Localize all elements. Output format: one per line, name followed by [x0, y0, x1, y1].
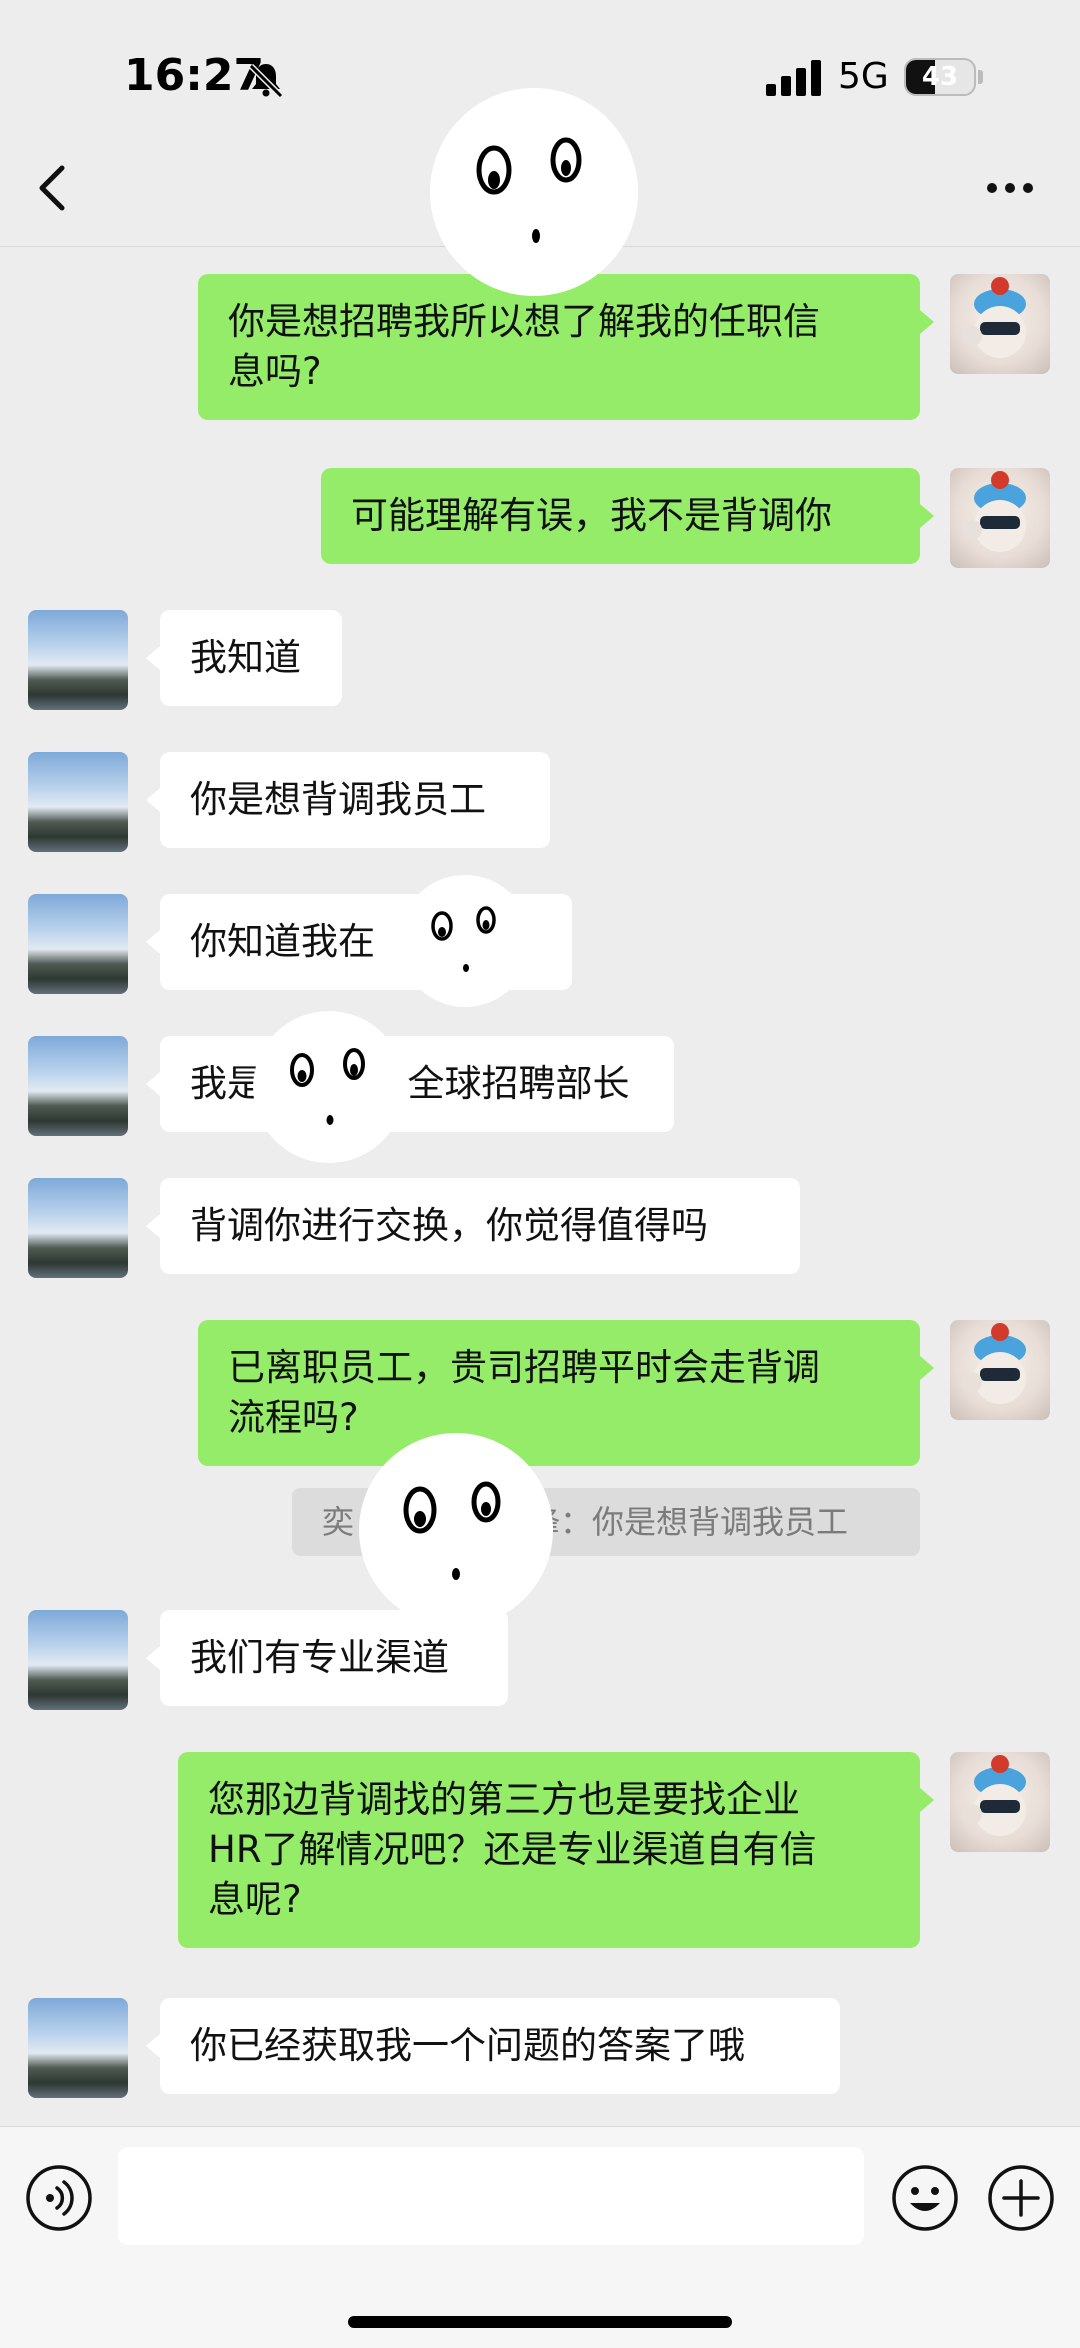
battery-level: 43 — [921, 62, 959, 92]
face-sticker — [399, 875, 531, 1007]
message-text: 息呢? — [208, 1878, 302, 1921]
message-input[interactable] — [118, 2147, 864, 2245]
battery-tip — [978, 70, 983, 84]
input-bar — [0, 2126, 1080, 2348]
message-bubble-incoming[interactable]: 背调你进行交换，你觉得值得吗 — [146, 1178, 800, 1274]
message-text: 息吗? — [228, 350, 322, 393]
back-icon[interactable] — [28, 160, 78, 216]
doll-avatar[interactable] — [950, 1320, 1050, 1420]
message-text: 已离职员工，贵司招聘平时会走背调 — [228, 1346, 820, 1389]
emoji-icon[interactable] — [890, 2163, 960, 2233]
message-bubble-outgoing[interactable]: 可能理解有误，我不是背调你 — [321, 468, 934, 564]
sky-avatar[interactable] — [28, 752, 128, 852]
sky-avatar[interactable] — [28, 1998, 128, 2098]
doll-avatar-art — [962, 1755, 1026, 1836]
voice-icon[interactable] — [24, 2163, 94, 2233]
message-bubble-incoming[interactable]: 我知道 — [146, 610, 342, 706]
network-type: 5G — [838, 56, 889, 97]
face-sticker — [253, 1011, 405, 1163]
doll-avatar-art — [962, 277, 1026, 358]
doll-avatar-art — [962, 471, 1026, 552]
mute-bell-icon — [248, 63, 284, 99]
message-text: 流程吗? — [228, 1396, 359, 1439]
face-sticker — [359, 1433, 553, 1627]
quote-text: 锋：你是想背调我员工 — [528, 1503, 849, 1541]
message-text: 全球招聘部长 — [407, 1062, 630, 1105]
battery-icon: 43 — [904, 58, 976, 96]
message-bubble-outgoing[interactable]: 您那边背调找的第三方也是要找企业 HR了解情况吧？还是专业渠道自有信 息呢? — [178, 1752, 934, 1948]
message-bubble-outgoing[interactable]: 已离职员工，贵司招聘平时会走背调 流程吗? — [198, 1320, 934, 1466]
message-list: 你是想招聘我所以想了解我的任职信 息吗? 可能理解有误，我不是背调你 我知道 你… — [0, 246, 1080, 2126]
plus-icon[interactable] — [986, 2163, 1056, 2233]
message-bubble-incoming[interactable]: 我是 全球招聘部长 — [146, 1036, 674, 1132]
message-bubble-incoming[interactable]: 你已经获取我一个问题的答案了哦 — [146, 1998, 840, 2094]
sky-avatar[interactable] — [28, 894, 128, 994]
message-text: 你是想招聘我所以想了解我的任职信 — [228, 300, 820, 343]
sky-avatar[interactable] — [28, 1610, 128, 1710]
message-text: 你是想背调我员工 — [190, 778, 486, 821]
message-text: 你已经获取我一个问题的答案了哦 — [190, 2024, 745, 2067]
doll-avatar[interactable] — [950, 274, 1050, 374]
signal-icon — [766, 60, 821, 96]
message-text: 可能理解有误，我不是背调你 — [351, 494, 832, 537]
doll-avatar[interactable] — [950, 1752, 1050, 1852]
message-text: 我们有专业渠道 — [190, 1636, 449, 1679]
home-indicator[interactable] — [348, 2316, 732, 2328]
message-text: 您那边背调找的第三方也是要找企业 — [208, 1778, 800, 1821]
more-icon[interactable] — [980, 168, 1040, 208]
status-time: 16:27 — [124, 50, 265, 101]
face-sticker — [430, 88, 638, 296]
message-bubble-incoming[interactable]: 你是想背调我员工 — [146, 752, 550, 848]
message-text: HR了解情况吧？还是专业渠道自有信 — [208, 1828, 817, 1871]
quote-sender: 奕 — [322, 1503, 355, 1541]
message-text: 背调你进行交换，你觉得值得吗 — [190, 1204, 708, 1247]
sky-avatar[interactable] — [28, 610, 128, 710]
sky-avatar[interactable] — [28, 1036, 128, 1136]
doll-avatar-art — [962, 1323, 1026, 1404]
doll-avatar[interactable] — [950, 468, 1050, 568]
sky-avatar[interactable] — [28, 1178, 128, 1278]
message-text: 我知道 — [190, 636, 301, 679]
